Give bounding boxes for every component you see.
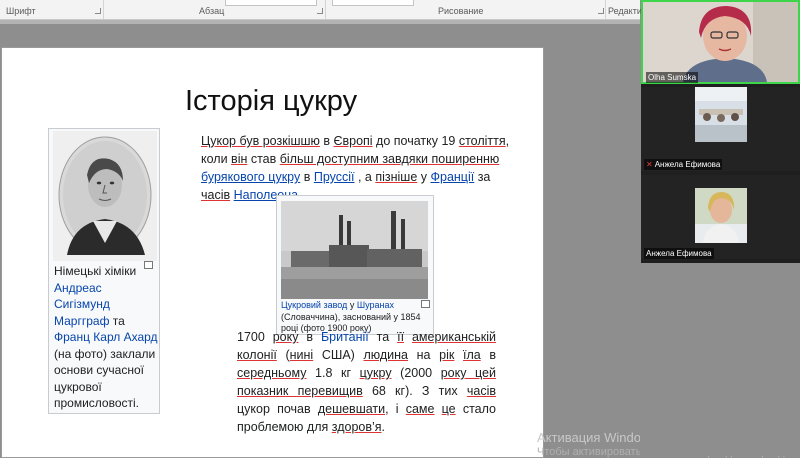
text-run: та (368, 330, 398, 344)
link-surany[interactable]: Шуранах (357, 300, 394, 310)
link-beet-sugar[interactable]: бурякового цукру (201, 170, 300, 184)
participant-video-icon (643, 2, 798, 82)
participant-video (695, 188, 747, 243)
text-run: за (474, 170, 491, 184)
text-run: став (247, 152, 280, 166)
ribbon-separator (605, 0, 606, 19)
participant-name: Анжела Ефимова (654, 160, 721, 169)
text-run: рік (439, 348, 455, 362)
text-run: (2000 (391, 366, 441, 380)
caption-text: (на фото) заклали основи сучасної цукров… (54, 346, 156, 411)
slide-canvas[interactable]: Історія цукру Німецькі хіміки Андреас Си… (1, 47, 544, 458)
text-run: Європі (333, 134, 373, 148)
participant-photo-icon (695, 188, 747, 243)
participant-video (695, 87, 747, 142)
participant-name: Olha Sumska (646, 72, 699, 83)
caption-text: та (109, 313, 125, 328)
link-achard[interactable]: Франц Карл Ахард (54, 330, 158, 344)
text-run: у (417, 170, 431, 184)
caption-text: Німецькі хіміки (54, 264, 137, 278)
infobox-caption: Німецькі хіміки Андреас Сигізмунд Марггр… (54, 263, 158, 412)
engraving-portrait-icon (53, 131, 157, 261)
text-run: до початку 19 (372, 134, 459, 148)
ribbon-separator (103, 0, 104, 19)
text-run: цукру (359, 366, 392, 380)
participant-tile-anzhela-2[interactable]: Анжела Ефимова (641, 175, 800, 259)
text-run: пізніше (375, 170, 418, 184)
text-run: середньому (237, 366, 307, 380)
text-run: в (319, 134, 334, 148)
text-run (434, 402, 441, 416)
text-run: . (381, 420, 386, 434)
participant-tile-anzhela-1[interactable]: ✕ Анжела Ефимова (641, 87, 800, 171)
text-run: століття (458, 134, 506, 148)
paragraph-intro[interactable]: Цукор був розкішшю в Європі до початку 1… (201, 132, 511, 204)
link-prussia[interactable]: Пруссії (314, 170, 355, 184)
ribbon-group-font[interactable]: Шрифт (6, 6, 36, 16)
ribbon-shadow (0, 20, 640, 24)
text-run: саме (405, 402, 435, 416)
text-run (404, 330, 412, 344)
ribbon-group-paragraph[interactable]: Абзац (199, 6, 224, 16)
text-run: на (408, 348, 440, 362)
link-britain[interactable]: Британії (321, 330, 369, 344)
text-run: це (441, 402, 456, 416)
text-run: Цукор був розкішшю (201, 134, 320, 148)
text-run (454, 348, 463, 362)
ribbon-group-drawing[interactable]: Рисование (438, 6, 483, 16)
paragraph-dialog-launcher-icon[interactable] (317, 8, 323, 14)
portrait-infobox: Німецькі хіміки Андреас Сигізмунд Марггр… (48, 128, 160, 414)
text-run: в (480, 348, 496, 362)
text-run: , і (385, 402, 406, 416)
text-run: 1.8 кг (306, 366, 360, 380)
text-run: 1700 (237, 330, 273, 344)
participant-name: Анжела Ефимова (644, 248, 714, 259)
paragraph-consumption[interactable]: 1700 року в Британії та її американській… (237, 328, 496, 436)
participant-tile-olha[interactable]: Olha Sumska (641, 0, 800, 84)
text-run: людина (363, 348, 409, 362)
portrait-image[interactable] (53, 131, 157, 261)
text-run: США) (313, 348, 364, 362)
side-background (640, 263, 800, 456)
text-run: він (231, 152, 248, 166)
participant-name-row: ✕ Анжела Ефимова (644, 159, 723, 170)
factory-infobox: Цукровий завод у Шуранах (Словаччина), з… (276, 195, 434, 335)
text-run: часів (466, 384, 496, 398)
text-run: нині (289, 348, 314, 362)
factory-photo[interactable] (281, 201, 428, 299)
link-marggraf[interactable]: Андреас Сигізмунд Маргграф (54, 281, 110, 328)
ribbon: Шрифт Абзац Рисование Редактир (0, 0, 647, 20)
text-run: , а (354, 170, 376, 184)
text-run: року (272, 330, 299, 344)
link-sugar-factory[interactable]: Цукровий завод (281, 300, 347, 310)
mic-muted-icon: ✕ (646, 160, 653, 169)
shapes-gallery[interactable] (332, 0, 414, 6)
enlarge-icon[interactable] (421, 300, 430, 308)
activation-watermark-title: Активация Windows (537, 430, 657, 445)
link-france[interactable]: Франції (430, 170, 474, 184)
text-run: дешевшати (317, 402, 386, 416)
slide-title[interactable]: Історія цукру (185, 85, 357, 118)
font-dialog-launcher-icon[interactable] (95, 8, 101, 14)
text-run: їла (463, 348, 481, 362)
caption-text: у (347, 300, 357, 310)
video-panel: Olha Sumska ✕ Анжела Ефимова Анжела Ефим… (641, 0, 800, 263)
paragraph-control[interactable] (225, 0, 317, 6)
text-run: 68 кг). З тих (362, 384, 467, 398)
classroom-video-icon (695, 87, 747, 142)
sugar-factory-photo-icon (281, 201, 428, 299)
ribbon-separator (325, 0, 326, 19)
text-run: в (300, 170, 314, 184)
text-run: ( (276, 348, 290, 362)
text-run: часів (201, 188, 231, 202)
text-run: більш доступним завдяки поширенню (279, 152, 500, 166)
drawing-dialog-launcher-icon[interactable] (598, 8, 604, 14)
text-run: в (298, 330, 321, 344)
text-run: здоров’я (331, 420, 382, 434)
text-run: цукор почав (237, 402, 318, 416)
